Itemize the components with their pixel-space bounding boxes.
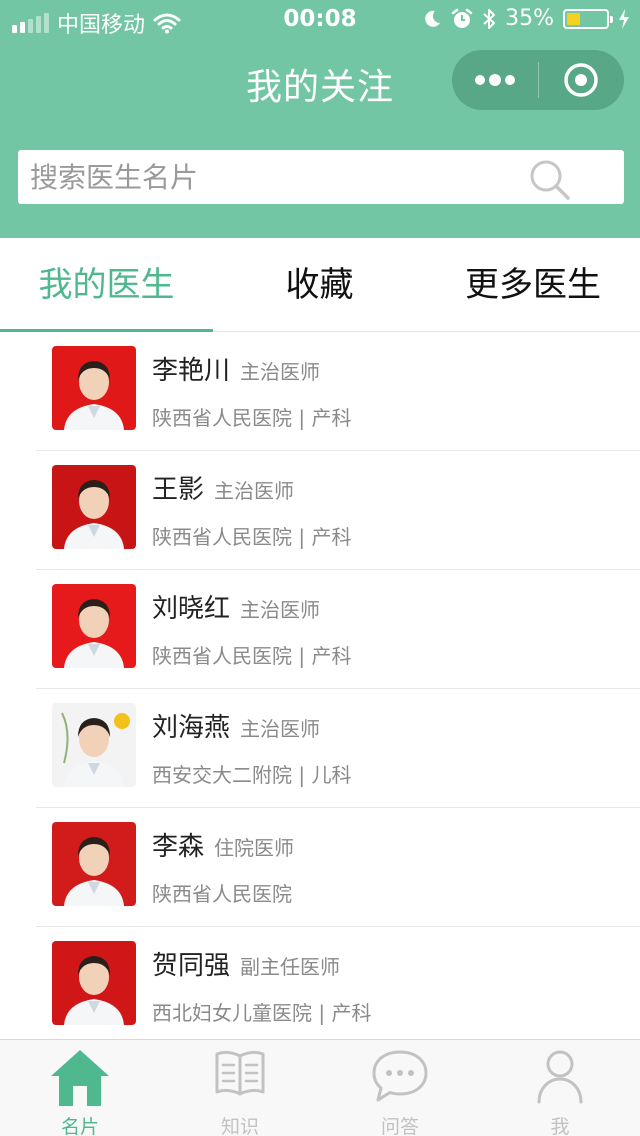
battery-percent: 35%	[505, 6, 554, 31]
bluetooth-icon	[483, 8, 496, 29]
status-bar: 中国移动 00:08 35%	[0, 0, 640, 40]
moon-icon	[425, 10, 441, 27]
chat-bubble-icon	[372, 1050, 428, 1102]
battery-icon	[563, 8, 613, 29]
doctor-portrait-icon	[61, 712, 130, 787]
doctor-name-line: 贺同强 副主任医师	[152, 945, 340, 982]
doctor-name: 贺同强	[152, 951, 231, 981]
alarm-icon	[451, 8, 473, 28]
tabbar-item-knowledge[interactable]: 知识	[160, 1040, 320, 1136]
doctor-list-item[interactable]: 李艳川 主治医师陕西省人民医院 | 产科	[0, 332, 640, 451]
tabbar-label: 知识	[220, 1116, 259, 1136]
doctor-hospital: 陕西省人民医院 | 产科	[152, 525, 352, 549]
doctor-title: 主治医师	[240, 360, 321, 384]
tab-more-doctors[interactable]: 更多医生	[426, 238, 640, 332]
doctor-title: 住院医师	[214, 836, 295, 860]
doctor-hospital: 陕西省人民医院 | 产科	[152, 406, 352, 430]
doctor-hospital: 陕西省人民医院	[152, 882, 292, 906]
doctor-title: 主治医师	[240, 598, 321, 622]
doctor-name-line: 刘晓红 主治医师	[152, 588, 320, 625]
doctor-avatar	[52, 584, 136, 668]
doctor-avatar	[52, 703, 136, 787]
doctor-list: 李艳川 主治医师 陕西省人民医院 | 产科 王影 主治医师 陕西省人民医院 | 产科 刘晓红…	[0, 332, 640, 1046]
more-dots-icon	[474, 74, 515, 86]
doctor-list-item[interactable]: 李森 住院医师陕西省人民医院	[0, 808, 640, 927]
tabbar-item-me[interactable]: 我	[480, 1040, 640, 1136]
doctor-avatar	[52, 941, 136, 1025]
doctor-name-line: 李艳川 主治医师	[152, 350, 320, 387]
doctor-name-line: 王影 主治医师	[152, 469, 294, 506]
search-box	[18, 150, 624, 204]
doctor-name: 李森	[152, 832, 205, 862]
doctor-title: 副主任医师	[240, 955, 341, 979]
tab-my-doctors[interactable]: 我的医生	[0, 238, 213, 332]
tabbar-label: 我	[550, 1116, 570, 1136]
doctor-hospital: 西北妇女儿童医院 | 产科	[152, 1001, 372, 1025]
doctor-avatar	[52, 346, 136, 430]
doctor-hospital: 西安交大二附院 | 儿科	[152, 763, 352, 787]
more-button[interactable]	[452, 50, 538, 110]
segment-tabs: 我的医生 收藏 更多医生	[0, 238, 640, 332]
doctor-portrait-icon	[64, 599, 124, 668]
header: 中国移动 00:08 35% 我的关注 搜索医生名片	[0, 0, 640, 238]
close-miniprogram-button[interactable]	[539, 50, 625, 110]
doctor-title: 主治医师	[240, 717, 321, 741]
doctor-name-line: 李森 住院医师	[152, 826, 294, 863]
doctor-portrait-icon	[64, 361, 124, 430]
doctor-name: 刘晓红	[152, 594, 231, 624]
target-circle-icon	[564, 63, 598, 97]
doctor-name: 李艳川	[152, 356, 231, 386]
doctor-portrait-icon	[64, 480, 124, 549]
tabbar-label: 问答	[380, 1116, 419, 1136]
doctor-portrait-icon	[64, 837, 124, 906]
miniprogram-capsule	[452, 50, 624, 110]
tabbar-item-cards[interactable]: 名片	[0, 1040, 160, 1136]
doctor-name: 刘海燕	[152, 713, 231, 743]
doctor-portrait-icon	[64, 956, 124, 1025]
charging-icon	[619, 8, 629, 29]
search-input[interactable]	[30, 150, 530, 204]
doctor-list-item[interactable]: 刘海燕 主治医师西安交大二附院 | 儿科	[0, 689, 640, 808]
bottom-tab-bar: 名片 知识 问答 我	[0, 1039, 640, 1136]
doctor-list-item[interactable]: 王影 主治医师陕西省人民医院 | 产科	[0, 451, 640, 570]
search-icon[interactable]	[528, 158, 572, 202]
doctor-avatar	[52, 822, 136, 906]
doctor-list-item[interactable]: 刘晓红 主治医师陕西省人民医院 | 产科	[0, 570, 640, 689]
tabbar-item-qa[interactable]: 问答	[320, 1040, 480, 1136]
doctor-avatar	[52, 465, 136, 549]
doctor-hospital: 陕西省人民医院 | 产科	[152, 644, 352, 668]
doctor-title: 主治医师	[214, 479, 295, 503]
home-icon	[51, 1050, 109, 1106]
doctor-name-line: 刘海燕 主治医师	[152, 707, 320, 744]
person-icon	[537, 1050, 583, 1104]
book-icon	[215, 1050, 265, 1096]
tabbar-label: 名片	[60, 1116, 99, 1136]
battery-level	[567, 12, 580, 25]
doctor-name: 王影	[152, 475, 205, 505]
doctor-list-item[interactable]: 贺同强 副主任医师西北妇女儿童医院 | 产科	[0, 927, 640, 1046]
tab-favorites[interactable]: 收藏	[213, 238, 426, 332]
